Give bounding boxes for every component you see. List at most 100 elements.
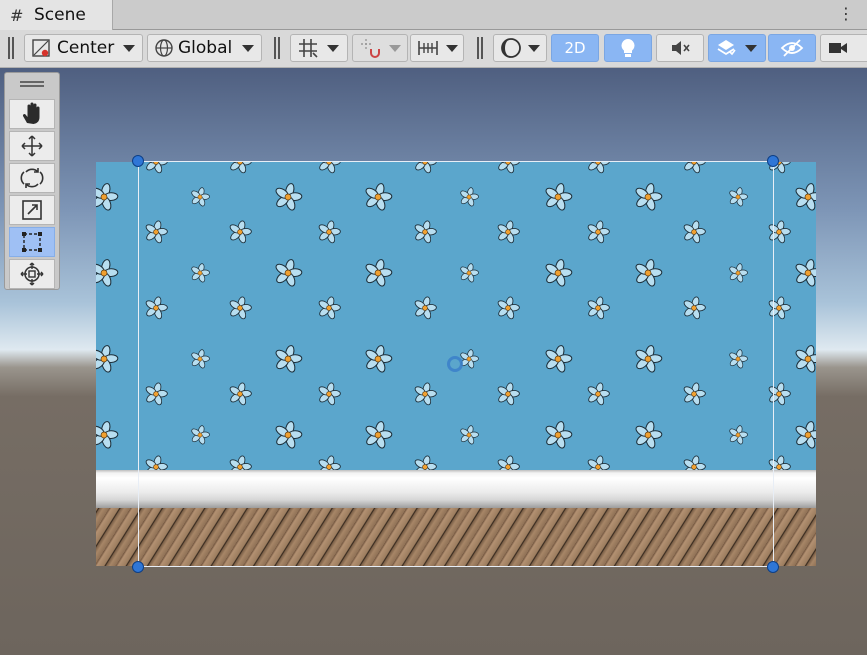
toolbar-grip-icon[interactable] xyxy=(477,37,483,59)
rect-handle-bottom-left[interactable] xyxy=(132,561,144,573)
flower-motif xyxy=(729,425,748,445)
scale-icon xyxy=(22,200,42,220)
ruler-snap-icon xyxy=(418,41,438,55)
flower-motif xyxy=(414,382,437,406)
flower-motif xyxy=(545,183,573,211)
flower-motif xyxy=(96,183,119,211)
grid-hash-icon: # xyxy=(10,6,24,25)
flower-motif xyxy=(497,220,520,244)
hidden-objects-toggle[interactable] xyxy=(768,34,816,62)
flower-motif xyxy=(145,220,168,244)
scale-tool-button[interactable] xyxy=(9,195,55,225)
kebab-menu-icon[interactable]: ⋮ xyxy=(838,4,854,23)
rect-handle-top-right[interactable] xyxy=(767,155,779,167)
flower-motif xyxy=(229,220,252,244)
flower-motif xyxy=(587,162,610,174)
toggle-2d-label: 2D xyxy=(564,39,586,57)
flower-motif xyxy=(683,220,706,244)
tab-scene[interactable]: # Scene xyxy=(0,0,113,30)
scene-audio-toggle[interactable] xyxy=(656,34,704,62)
rect-handle-bottom-right[interactable] xyxy=(767,561,779,573)
pivot-rotation-label: Global xyxy=(178,38,233,58)
flower-motif xyxy=(635,345,663,373)
eye-hidden-icon xyxy=(780,39,804,57)
camera-settings-dropdown[interactable] xyxy=(820,34,867,62)
move-arrows-icon xyxy=(21,135,43,157)
rotate-tool-button[interactable] xyxy=(9,163,55,193)
flower-motif xyxy=(497,296,520,320)
flower-motif xyxy=(191,349,210,369)
shaded-sphere-icon xyxy=(501,38,521,58)
palette-grip-icon[interactable] xyxy=(20,81,44,87)
flower-motif xyxy=(729,349,748,369)
rect-handle-top-left[interactable] xyxy=(132,155,144,167)
wallpaper-area xyxy=(96,162,816,479)
wainscot-rail xyxy=(96,470,816,508)
hand-tool-button[interactable] xyxy=(9,99,55,129)
toolbar-grip-icon[interactable] xyxy=(8,37,14,59)
chevron-down-icon xyxy=(123,44,136,52)
wooden-floor xyxy=(96,508,816,566)
increment-snap-dropdown[interactable] xyxy=(410,34,464,62)
pivot-center-icon xyxy=(32,39,50,57)
rect-transform-icon xyxy=(22,232,42,252)
rect-tool-button[interactable] xyxy=(9,227,55,257)
speaker-mute-icon xyxy=(672,41,690,55)
toggle-2d-button[interactable]: 2D xyxy=(551,34,599,62)
scene-viewport[interactable] xyxy=(0,68,867,655)
flower-motif xyxy=(318,455,341,479)
flower-motif xyxy=(365,183,393,211)
flower-motif xyxy=(96,259,119,287)
globe-icon xyxy=(155,39,173,57)
flower-motif xyxy=(545,421,573,449)
flower-motif xyxy=(229,162,252,174)
chevron-down-icon xyxy=(446,44,458,52)
grid-visibility-dropdown[interactable] xyxy=(290,34,348,62)
flower-motif xyxy=(795,345,816,373)
flower-motif xyxy=(365,259,393,287)
flower-motif xyxy=(729,263,748,283)
flower-motif xyxy=(145,382,168,406)
draw-mode-dropdown[interactable] xyxy=(493,34,547,62)
snap-increment-dropdown[interactable] xyxy=(352,34,408,62)
flower-motif xyxy=(683,162,706,174)
flower-motif xyxy=(635,421,663,449)
move-tool-button[interactable] xyxy=(9,131,55,161)
flower-motif xyxy=(275,421,303,449)
transform-icon xyxy=(20,262,44,286)
transform-tool-button[interactable] xyxy=(9,259,55,289)
flower-motif xyxy=(365,421,393,449)
flower-motif xyxy=(191,187,210,207)
camera-icon xyxy=(829,43,847,53)
tab-scene-label: Scene xyxy=(34,5,86,25)
flower-motif xyxy=(683,455,706,479)
grid-snap-icon xyxy=(299,39,318,58)
scene-effects-dropdown[interactable] xyxy=(708,34,766,62)
flower-motif xyxy=(275,259,303,287)
pivot-mode-dropdown[interactable]: Center xyxy=(24,34,143,62)
flower-motif xyxy=(318,162,341,174)
flower-motif xyxy=(414,455,437,479)
flower-motif xyxy=(460,263,479,283)
pivot-point-icon[interactable] xyxy=(446,355,464,373)
scene-toolbar: Center Global 2D xyxy=(0,30,867,68)
lightbulb-icon xyxy=(621,39,635,57)
flower-motif xyxy=(414,296,437,320)
rotate-icon xyxy=(20,168,44,188)
flower-motif xyxy=(318,220,341,244)
flower-motif xyxy=(318,296,341,320)
flower-motif xyxy=(683,382,706,406)
pivot-mode-label: Center xyxy=(57,38,115,58)
flower-motif xyxy=(414,220,437,244)
flower-motif xyxy=(587,382,610,406)
tool-palette xyxy=(4,72,60,290)
flower-motif xyxy=(229,455,252,479)
pivot-rotation-dropdown[interactable]: Global xyxy=(147,34,262,62)
toolbar-grip-icon[interactable] xyxy=(274,37,280,59)
flower-motif xyxy=(229,296,252,320)
flower-motif xyxy=(145,455,168,479)
flower-motif xyxy=(587,455,610,479)
chevron-down-icon xyxy=(528,44,540,52)
flower-motif xyxy=(635,183,663,211)
scene-lighting-toggle[interactable] xyxy=(604,34,652,62)
